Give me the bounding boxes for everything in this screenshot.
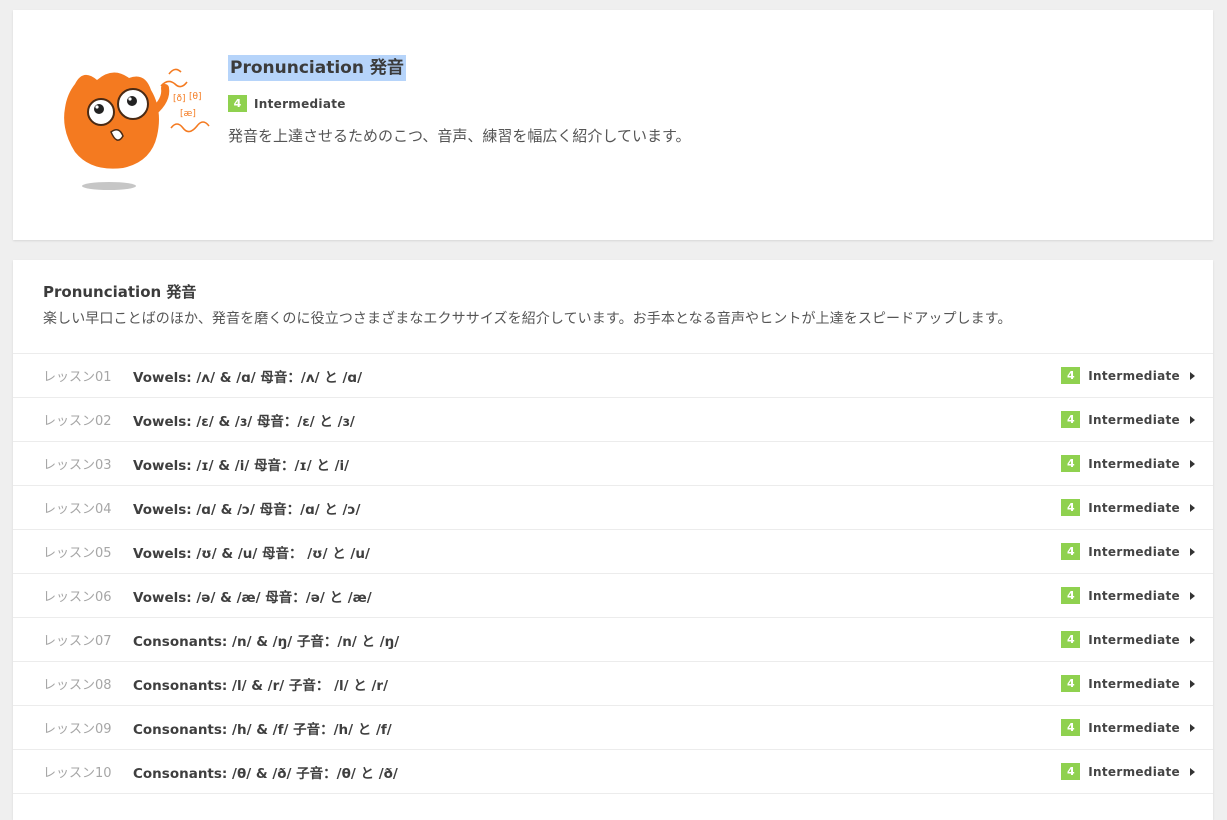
chevron-right-icon[interactable] <box>1190 371 1195 380</box>
lesson-title[interactable]: Vowels: /ʊ/ & /u/ 母音： /ʊ/ と /u/ <box>133 542 370 562</box>
chevron-right-icon[interactable] <box>1190 459 1195 468</box>
level-label: Intermediate <box>1088 676 1180 691</box>
level-label: Intermediate <box>254 96 346 111</box>
lesson-number: レッスン05 <box>43 546 112 561</box>
lesson-level: 4 Intermediate <box>1061 631 1195 648</box>
lesson-title[interactable]: Consonants: /θ/ & /ð/ 子音：/θ/ と /ð/ <box>133 762 398 782</box>
level-badge: 4 <box>228 95 247 112</box>
lesson-number: レッスン04 <box>43 502 112 517</box>
level-label: Intermediate <box>1088 720 1180 735</box>
lesson-row-06[interactable]: レッスン06 Vowels: /ə/ & /æ/ 母音：/ə/ と /æ/ 4 … <box>13 574 1213 618</box>
lesson-level: 4 Intermediate <box>1061 543 1195 560</box>
level-label: Intermediate <box>1088 632 1180 647</box>
lesson-number: レッスン03 <box>43 458 112 473</box>
level-badge: 4 <box>1061 455 1081 472</box>
lesson-level: 4 Intermediate <box>1061 367 1195 384</box>
chevron-right-icon[interactable] <box>1190 679 1195 688</box>
level-badge: 4 <box>1061 719 1081 736</box>
level-badge: 4 <box>1061 543 1081 560</box>
lesson-title[interactable]: Vowels: /ɑ/ & /ɔ/ 母音：/ɑ/ と /ɔ/ <box>133 498 360 518</box>
level-badge: 4 <box>1061 367 1081 384</box>
lesson-number: レッスン07 <box>43 634 112 649</box>
chevron-right-icon[interactable] <box>1190 591 1195 600</box>
level-badge: 4 <box>1061 411 1081 428</box>
chevron-right-icon[interactable] <box>1190 503 1195 512</box>
lesson-row-10[interactable]: レッスン10 Consonants: /θ/ & /ð/ 子音：/θ/ と /ð… <box>13 750 1213 794</box>
course-title: Pronunciation 発音 <box>228 55 406 81</box>
chevron-right-icon[interactable] <box>1190 415 1195 424</box>
lesson-level: 4 Intermediate <box>1061 675 1195 692</box>
lesson-number: レッスン01 <box>43 370 112 385</box>
level-label: Intermediate <box>1088 412 1180 427</box>
level-label: Intermediate <box>1088 500 1180 515</box>
lesson-level: 4 Intermediate <box>1061 411 1195 428</box>
lesson-title[interactable]: Consonants: /h/ & /f/ 子音：/h/ と /f/ <box>133 718 392 738</box>
course-section-header: Pronunciation 発音 楽しい早口ことばのほか、発音を磨くのに役立つさ… <box>43 281 1203 328</box>
lesson-row-08[interactable]: レッスン08 Consonants: /l/ & /r/ 子音： /l/ と /… <box>13 662 1213 706</box>
chevron-right-icon[interactable] <box>1190 635 1195 644</box>
lesson-row-02[interactable]: レッスン02 Vowels: /ɛ/ & /ɜ/ 母音：/ɛ/ と /ɜ/ 4 … <box>13 398 1213 442</box>
lesson-row-04[interactable]: レッスン04 Vowels: /ɑ/ & /ɔ/ 母音：/ɑ/ と /ɔ/ 4 … <box>13 486 1213 530</box>
lesson-row-09[interactable]: レッスン09 Consonants: /h/ & /f/ 子音：/h/ と /f… <box>13 706 1213 750</box>
lesson-title[interactable]: Consonants: /l/ & /r/ 子音： /l/ と /r/ <box>133 674 388 694</box>
course-description: 発音を上達させるためのこつ、音声、練習を幅広く紹介しています。 <box>228 127 691 145</box>
level-indicator: 4 Intermediate <box>228 95 346 112</box>
section-title: Pronunciation 発音 <box>43 283 197 301</box>
level-label: Intermediate <box>1088 368 1180 383</box>
level-badge: 4 <box>1061 587 1081 604</box>
lesson-level: 4 Intermediate <box>1061 763 1195 780</box>
lesson-title[interactable]: Vowels: /ə/ & /æ/ 母音：/ə/ と /æ/ <box>133 586 372 606</box>
lesson-row-07[interactable]: レッスン07 Consonants: /n/ & /ŋ/ 子音：/n/ と /ŋ… <box>13 618 1213 662</box>
lesson-title[interactable]: Consonants: /n/ & /ŋ/ 子音：/n/ と /ŋ/ <box>133 630 399 650</box>
level-label: Intermediate <box>1088 544 1180 559</box>
level-label: Intermediate <box>1088 456 1180 471</box>
course-hero-card: [ð] [θ] [æ] Pronunciation 発音 4 Intermedi… <box>13 10 1213 240</box>
lesson-row-03[interactable]: レッスン03 Vowels: /ɪ/ & /i/ 母音：/ɪ/ と /i/ 4 … <box>13 442 1213 486</box>
lesson-number: レッスン08 <box>43 678 112 693</box>
lesson-number: レッスン10 <box>43 766 112 781</box>
lesson-title[interactable]: Vowels: /ɪ/ & /i/ 母音：/ɪ/ と /i/ <box>133 454 349 474</box>
level-badge: 4 <box>1061 675 1081 692</box>
lesson-row-01[interactable]: レッスン01 Vowels: /ʌ/ & /ɑ/ 母音：/ʌ/ と /ɑ/ 4 … <box>13 354 1213 398</box>
chevron-right-icon[interactable] <box>1190 547 1195 556</box>
phoneme-symbol: [ð] <box>173 94 186 104</box>
lesson-level: 4 Intermediate <box>1061 719 1195 736</box>
chevron-right-icon[interactable] <box>1190 767 1195 776</box>
lesson-level: 4 Intermediate <box>1061 499 1195 516</box>
phoneme-symbol: [æ] <box>180 109 196 119</box>
mascot-illustration: [ð] [θ] [æ] <box>53 54 213 204</box>
section-description: 楽しい早口ことばのほか、発音を磨くのに役立つさまざまなエクササイズを紹介していま… <box>43 311 1012 327</box>
lesson-level: 4 Intermediate <box>1061 587 1195 604</box>
lesson-level: 4 Intermediate <box>1061 455 1195 472</box>
lesson-number: レッスン02 <box>43 414 112 429</box>
lesson-title[interactable]: Vowels: /ʌ/ & /ɑ/ 母音：/ʌ/ と /ɑ/ <box>133 366 362 386</box>
level-badge: 4 <box>1061 499 1081 516</box>
lesson-number: レッスン06 <box>43 590 112 605</box>
level-label: Intermediate <box>1088 764 1180 779</box>
phoneme-symbol: [θ] <box>189 92 202 102</box>
lesson-row-05[interactable]: レッスン05 Vowels: /ʊ/ & /u/ 母音： /ʊ/ と /u/ 4… <box>13 530 1213 574</box>
chevron-right-icon[interactable] <box>1190 723 1195 732</box>
lesson-list: レッスン01 Vowels: /ʌ/ & /ɑ/ 母音：/ʌ/ と /ɑ/ 4 … <box>13 353 1213 794</box>
level-badge: 4 <box>1061 763 1081 780</box>
lesson-list-card: Pronunciation 発音 楽しい早口ことばのほか、発音を磨くのに役立つさ… <box>13 260 1213 820</box>
level-label: Intermediate <box>1088 588 1180 603</box>
level-badge: 4 <box>1061 631 1081 648</box>
lesson-title[interactable]: Vowels: /ɛ/ & /ɜ/ 母音：/ɛ/ と /ɜ/ <box>133 410 355 430</box>
lesson-number: レッスン09 <box>43 722 112 737</box>
